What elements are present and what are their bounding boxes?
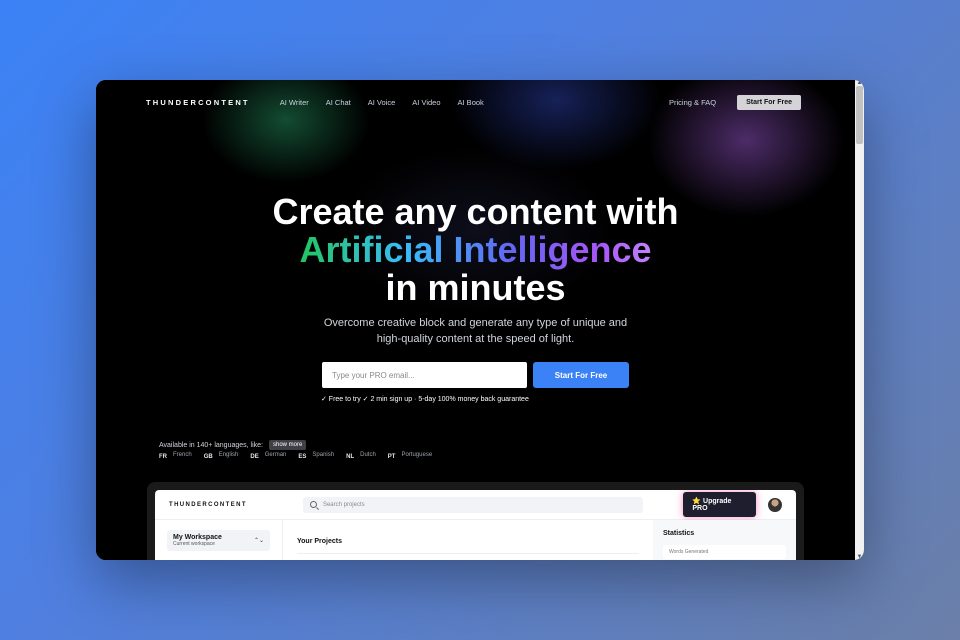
show-more-button[interactable]: show more: [268, 440, 307, 450]
avatar[interactable]: [768, 497, 782, 512]
nav-link-ai-video[interactable]: AI Video: [412, 98, 440, 107]
hero-title: Create any content with Artificial Intel…: [96, 193, 855, 307]
stats-card: Words Generated: [663, 545, 786, 559]
workspace-subtitle: Current workspace: [173, 541, 215, 547]
flag-icon: DE: [250, 454, 259, 460]
scrollbar[interactable]: ▲ ▼: [855, 80, 864, 560]
signup-form: Start For Free: [322, 362, 629, 388]
language-item: NL Dutch: [346, 452, 376, 460]
language-name: English: [218, 452, 239, 458]
hero-title-line-3: in minutes: [385, 267, 566, 308]
nav-link-ai-book[interactable]: AI Book: [458, 98, 484, 107]
language-item: FR French: [159, 452, 192, 460]
preview-statistics: Statistics Words Generated: [653, 520, 796, 560]
browser-window: THUNDERCONTENT AI Writer AI Chat AI Voic…: [96, 80, 864, 560]
nav-link-ai-voice[interactable]: AI Voice: [368, 98, 396, 107]
chevron-up-down-icon: ⌃⌄: [253, 538, 264, 544]
preview-search-placeholder: Search projects: [322, 501, 365, 508]
app-preview: THUNDERCONTENT Search projects ⭐ Upgrade…: [155, 490, 796, 560]
search-icon: [309, 501, 317, 508]
preview-logo: THUNDERCONTENT: [169, 501, 247, 508]
language-item: GB English: [203, 452, 239, 460]
nav-link-ai-chat[interactable]: AI Chat: [326, 98, 351, 107]
preview-sidebar: My Workspace Current workspace ⌃⌄: [155, 520, 283, 560]
hero-title-line-1: Create any content with: [272, 191, 679, 232]
guarantee-text: ✓ Free to try ✓ 2 min sign up · 5-day 10…: [321, 396, 529, 403]
pricing-faq-link[interactable]: Pricing & FAQ: [669, 98, 716, 107]
hero-subtitle-line-2: high-quality content at the speed of lig…: [376, 333, 575, 345]
flag-icon: NL: [346, 454, 355, 460]
language-name: Portuguese: [401, 452, 433, 458]
workspace-title: My Workspace: [173, 534, 222, 541]
language-name: French: [173, 452, 192, 458]
nav-link-ai-writer[interactable]: AI Writer: [280, 98, 309, 107]
nav-right: Pricing & FAQ Start For Free: [669, 94, 801, 110]
preview-main: Your Projects: [283, 520, 653, 560]
scroll-down-icon[interactable]: ▼: [856, 554, 863, 560]
email-input[interactable]: [322, 362, 527, 388]
app-preview-frame: THUNDERCONTENT Search projects ⭐ Upgrade…: [147, 482, 804, 560]
flag-icon: GB: [203, 454, 213, 460]
language-list: FR French GB English DE German ES Spanish NL…: [159, 452, 444, 460]
hero-title-gradient: Artificial Intelligence: [299, 229, 652, 270]
preview-search-input[interactable]: Search projects: [302, 496, 644, 513]
hero-subtitle-line-1: Overcome creative block and generate any…: [323, 317, 628, 329]
workspace-selector[interactable]: My Workspace Current workspace ⌃⌄: [167, 530, 270, 551]
flag-icon: FR: [159, 454, 167, 460]
language-item: DE German: [250, 452, 287, 460]
logo[interactable]: THUNDERCONTENT: [146, 98, 250, 107]
language-item: PT Portuguese: [387, 452, 433, 460]
flag-icon: PT: [387, 454, 396, 460]
hero-subtitle: Overcome creative block and generate any…: [96, 315, 855, 347]
nav-links: AI Writer AI Chat AI Voice AI Video AI B…: [280, 98, 501, 107]
preview-header: THUNDERCONTENT Search projects ⭐ Upgrade…: [155, 490, 796, 520]
flag-icon: ES: [298, 454, 307, 460]
languages-section: Available in 140+ languages, like: show …: [159, 440, 444, 460]
projects-title: Your Projects: [297, 538, 342, 545]
start-free-button[interactable]: Start For Free: [533, 362, 629, 388]
scrollbar-thumb[interactable]: [856, 86, 863, 144]
language-name: Dutch: [360, 452, 376, 458]
upgrade-pro-button[interactable]: ⭐ Upgrade PRO: [683, 492, 757, 517]
languages-label: Available in 140+ languages, like:: [159, 441, 263, 449]
divider: [297, 553, 639, 554]
statistics-title: Statistics: [663, 530, 695, 537]
nav-start-free-button[interactable]: Start For Free: [737, 94, 801, 110]
language-name: Spanish: [312, 452, 335, 458]
top-nav: THUNDERCONTENT AI Writer AI Chat AI Voic…: [146, 94, 801, 110]
language-item: ES Spanish: [298, 452, 335, 460]
landing-page: THUNDERCONTENT AI Writer AI Chat AI Voic…: [96, 80, 855, 560]
preview-body: My Workspace Current workspace ⌃⌄ Your P…: [155, 520, 796, 560]
language-name: German: [264, 452, 287, 458]
